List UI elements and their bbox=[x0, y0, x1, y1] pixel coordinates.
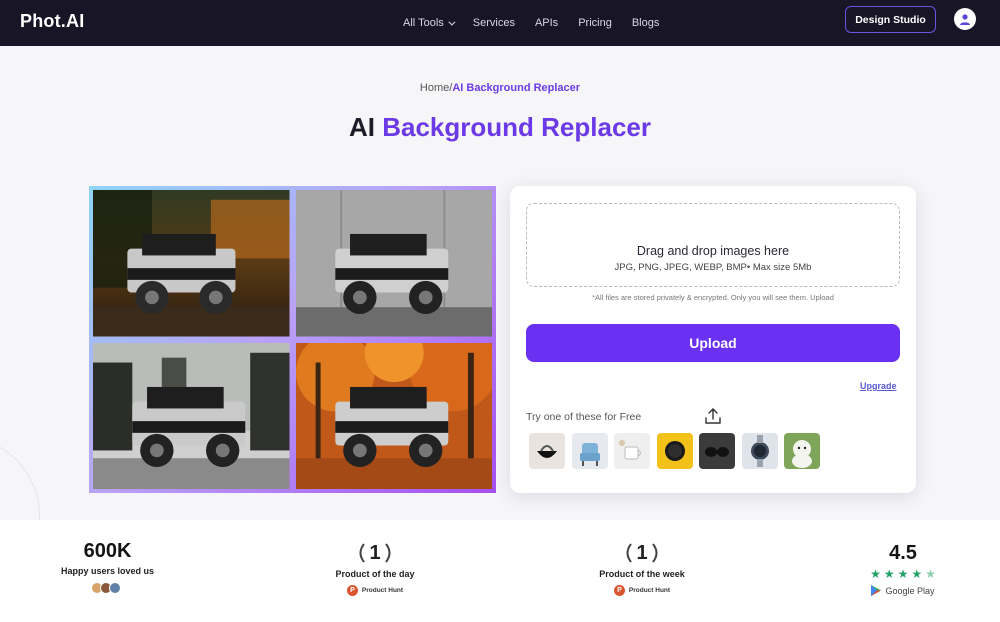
supported-formats: JPG, PNG, JPEG, WEBP, BMP• Max size 5Mb bbox=[614, 262, 812, 273]
sample-armchair[interactable] bbox=[571, 433, 608, 469]
product-hunt-icon: P bbox=[613, 585, 625, 596]
product-hunt-label: Product Hunt bbox=[361, 587, 404, 594]
week-rank: 1 bbox=[636, 541, 648, 564]
nav-apis[interactable]: APIs bbox=[535, 17, 558, 29]
star-icon: ★ bbox=[870, 567, 881, 581]
collage-tile-concrete bbox=[295, 190, 492, 337]
title-prefix: AI bbox=[349, 112, 383, 142]
rating-value: 4.5 bbox=[889, 542, 917, 564]
sample-watch-yellow[interactable] bbox=[656, 433, 693, 469]
product-hunt-label: Product Hunt bbox=[628, 587, 671, 594]
stat-users: 600K Happy users loved us bbox=[40, 540, 175, 594]
nav-all-tools[interactable]: All Tools bbox=[403, 17, 456, 29]
laurel-right-icon bbox=[384, 543, 391, 563]
privacy-note: *All files are stored privately & encryp… bbox=[592, 293, 834, 302]
nav-pricing[interactable]: Pricing bbox=[578, 17, 612, 29]
users-count: 600K bbox=[83, 540, 132, 562]
upgrade-link[interactable]: Upgrade bbox=[860, 381, 897, 391]
sample-handbag[interactable] bbox=[529, 433, 565, 469]
title-accent: Background Replacer bbox=[382, 112, 651, 142]
google-play-badge[interactable]: Google Play bbox=[871, 585, 935, 596]
day-label: Product of the day bbox=[335, 569, 415, 579]
laurel-left-icon bbox=[359, 543, 366, 563]
sample-images bbox=[529, 433, 827, 469]
laurel-badge: 1 bbox=[580, 540, 704, 566]
user-icon bbox=[960, 14, 970, 25]
chevron-down-icon bbox=[448, 18, 456, 26]
sample-watch-steel[interactable] bbox=[741, 433, 778, 469]
day-rank: 1 bbox=[369, 541, 381, 564]
page-title: AI Background Replacer bbox=[0, 112, 1000, 143]
stats-bar: 600K Happy users loved us 1 Product of t… bbox=[0, 520, 1000, 622]
avatar bbox=[109, 582, 121, 594]
drag-drop-title: Drag and drop images here bbox=[636, 244, 790, 258]
collage-tile-sunset-road bbox=[93, 190, 290, 337]
rating-stars: ★ ★ ★ ★ ★ bbox=[848, 567, 958, 581]
nav-all-tools-label: All Tools bbox=[403, 17, 444, 29]
breadcrumb: Home/AI Background Replacer bbox=[0, 82, 1000, 94]
laurel-badge: 1 bbox=[315, 540, 435, 566]
try-samples-label: Try one of these for Free bbox=[526, 411, 642, 423]
top-navbar: Phot.AI All Tools Services APIs Pricing … bbox=[0, 0, 1000, 46]
collage-tile-autumn-forest bbox=[295, 342, 492, 489]
example-collage bbox=[89, 186, 496, 493]
collage-tile-forest-road bbox=[93, 342, 290, 489]
sample-dog[interactable] bbox=[784, 433, 820, 469]
sample-sunglasses[interactable] bbox=[699, 433, 735, 469]
star-icon: ★ bbox=[911, 567, 923, 581]
logo[interactable]: Phot.AI bbox=[20, 11, 84, 32]
stat-rating: 4.5 ★ ★ ★ ★ ★ Google Play bbox=[848, 542, 958, 601]
star-icon: ★ bbox=[883, 567, 895, 581]
google-play-label: Google Play bbox=[885, 585, 935, 596]
stat-product-day: 1 Product of the day P Product Hunt bbox=[315, 540, 435, 597]
users-label: Happy users loved us bbox=[60, 566, 155, 576]
nav-links: All Tools Services APIs Pricing Blogs bbox=[403, 0, 679, 46]
stat-product-week: 1 Product of the week P Product Hunt bbox=[580, 540, 704, 597]
google-play-icon bbox=[871, 585, 882, 596]
decorative-arc bbox=[0, 436, 40, 520]
user-avatars bbox=[40, 582, 175, 594]
design-studio-button[interactable]: Design Studio bbox=[845, 6, 936, 33]
breadcrumb-home[interactable]: Home bbox=[420, 82, 449, 94]
breadcrumb-current: AI Background Replacer bbox=[452, 82, 581, 94]
nav-services[interactable]: Services bbox=[473, 17, 515, 29]
star-icon: ★ bbox=[897, 567, 909, 581]
laurel-right-icon bbox=[651, 543, 658, 563]
half-star-icon: ★ bbox=[925, 567, 936, 581]
user-avatar-button[interactable] bbox=[954, 8, 976, 30]
product-hunt-icon: P bbox=[346, 585, 358, 596]
product-hunt-badge[interactable]: P Product Hunt bbox=[346, 585, 404, 596]
upload-button[interactable]: Upload bbox=[526, 324, 900, 362]
nav-blogs[interactable]: Blogs bbox=[632, 17, 660, 29]
sample-cup[interactable] bbox=[614, 433, 650, 469]
week-label: Product of the week bbox=[599, 569, 685, 579]
product-hunt-badge[interactable]: P Product Hunt bbox=[613, 585, 671, 596]
upload-icon bbox=[705, 408, 721, 424]
laurel-left-icon bbox=[626, 543, 633, 563]
